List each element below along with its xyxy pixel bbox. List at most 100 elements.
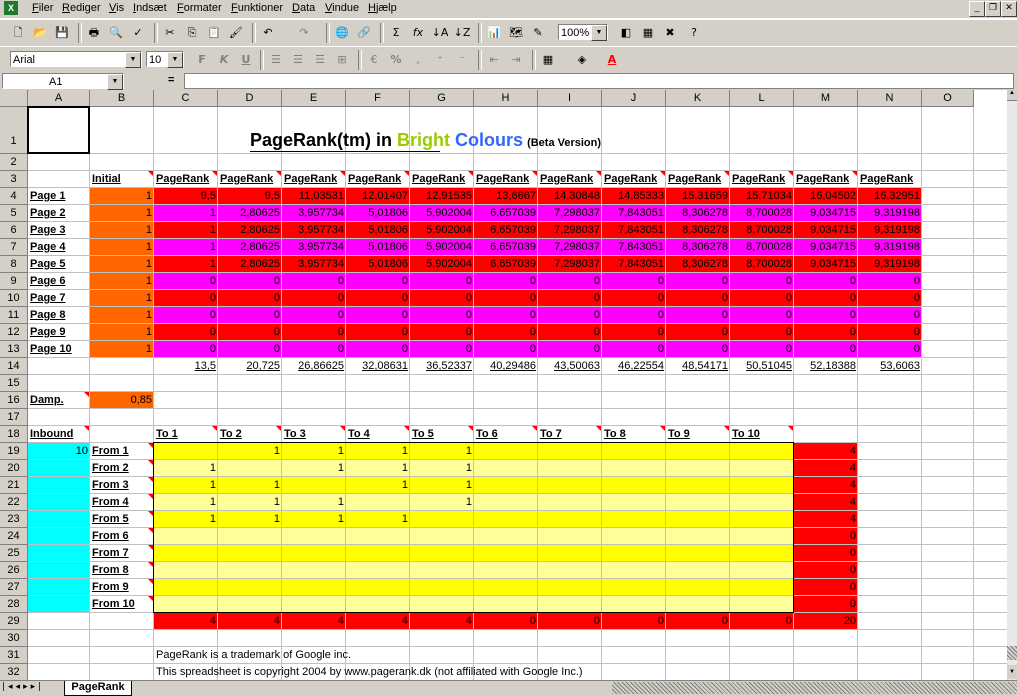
name-box[interactable]: A1 ▼ (2, 73, 124, 90)
split-handle-icon[interactable] (1007, 646, 1017, 660)
row-header-19[interactable]: 19 (0, 443, 28, 460)
pagerank-value[interactable]: 0 (858, 324, 922, 341)
link-total[interactable]: 0 (730, 613, 794, 630)
pagerank-value[interactable]: 9,034715 (794, 256, 858, 273)
page-label[interactable]: Page 3 (28, 222, 90, 239)
pagerank-value[interactable]: 0 (218, 341, 282, 358)
comment-indicator-icon[interactable] (276, 426, 281, 431)
link-value[interactable] (346, 579, 410, 596)
help-icon[interactable]: ? (684, 24, 704, 42)
pagerank-value[interactable]: 3,957734 (282, 256, 346, 273)
link-value[interactable] (474, 494, 538, 511)
comment-indicator-icon[interactable] (340, 426, 345, 431)
link-total[interactable]: 4 (410, 613, 474, 630)
initial-value[interactable]: 1 (90, 222, 154, 239)
formula-equals[interactable]: = (168, 74, 174, 86)
comment-indicator-icon[interactable] (532, 171, 537, 176)
pagerank-value[interactable]: 5,902004 (410, 256, 474, 273)
pagerank-header[interactable]: PageRank (218, 171, 282, 188)
link-value[interactable] (282, 579, 346, 596)
to-label[interactable]: To 2 (218, 426, 282, 443)
pagerank-header[interactable]: PageRank (538, 171, 602, 188)
row-header-23[interactable]: 23 (0, 511, 28, 528)
link-value[interactable] (538, 477, 602, 494)
row-header-7[interactable]: 7 (0, 239, 28, 256)
link-value[interactable]: 1 (154, 494, 218, 511)
out-count[interactable]: 4 (794, 443, 858, 460)
autosum-icon[interactable]: Σ (386, 24, 406, 42)
comment-indicator-icon[interactable] (468, 171, 473, 176)
link-value[interactable] (602, 562, 666, 579)
pagerank-header[interactable]: PageRank (346, 171, 410, 188)
pagerank-value[interactable]: 0 (474, 273, 538, 290)
pagerank-total[interactable]: 46,22554 (602, 358, 666, 375)
link-value[interactable] (154, 596, 218, 613)
to-label[interactable]: To 7 (538, 426, 602, 443)
pagerank-value[interactable]: 0 (474, 341, 538, 358)
out-count[interactable]: 4 (794, 494, 858, 511)
link-value[interactable] (282, 528, 346, 545)
increase-decimal-icon[interactable]: ⁺ (430, 51, 450, 69)
pagerank-value[interactable]: 13,6667 (474, 188, 538, 205)
pagerank-value[interactable]: 0 (538, 273, 602, 290)
initial-value[interactable]: 1 (90, 256, 154, 273)
row-header-29[interactable]: 29 (0, 613, 28, 630)
pagerank-value[interactable]: 7,298037 (538, 222, 602, 239)
pagerank-value[interactable]: 0 (538, 341, 602, 358)
pagerank-value[interactable]: 9,034715 (794, 205, 858, 222)
tool-2-icon[interactable]: ▦ (638, 24, 658, 42)
link-value[interactable]: 1 (282, 511, 346, 528)
pagerank-value[interactable]: 3,957734 (282, 222, 346, 239)
to-label[interactable]: To 6 (474, 426, 538, 443)
pagerank-value[interactable]: 0 (794, 307, 858, 324)
pagerank-value[interactable]: 0 (410, 273, 474, 290)
selected-cell-a1[interactable] (27, 106, 90, 154)
pagerank-value[interactable]: 14,30848 (538, 188, 602, 205)
comment-indicator-icon[interactable] (852, 171, 857, 176)
pagerank-value[interactable]: 0 (410, 341, 474, 358)
out-count[interactable]: 0 (794, 579, 858, 596)
align-center-icon[interactable]: ☰ (288, 51, 308, 69)
pagerank-value[interactable]: 0 (346, 273, 410, 290)
pagerank-value[interactable]: 0 (602, 273, 666, 290)
pagerank-value[interactable]: 0 (602, 307, 666, 324)
pagerank-value[interactable]: 9,319198 (858, 205, 922, 222)
row-header-14[interactable]: 14 (0, 358, 28, 375)
link-total[interactable]: 0 (474, 613, 538, 630)
from-label[interactable]: From 8 (90, 562, 154, 579)
comment-indicator-icon[interactable] (148, 579, 153, 584)
column-header-n[interactable]: N (858, 90, 922, 107)
pagerank-header[interactable]: PageRank (858, 171, 922, 188)
page-label[interactable]: Page 2 (28, 205, 90, 222)
pagerank-total[interactable]: 36,52337 (410, 358, 474, 375)
row-header-32[interactable]: 32 (0, 664, 28, 680)
link-value[interactable] (538, 528, 602, 545)
pagerank-header[interactable]: PageRank (282, 171, 346, 188)
link-value[interactable]: 1 (346, 460, 410, 477)
comment-indicator-icon[interactable] (724, 426, 729, 431)
row-header-26[interactable]: 26 (0, 562, 28, 579)
from-label[interactable]: From 5 (90, 511, 154, 528)
pagerank-value[interactable]: 9,319198 (858, 256, 922, 273)
pagerank-value[interactable]: 15,71034 (730, 188, 794, 205)
pagerank-value[interactable]: 8,306278 (666, 239, 730, 256)
pagerank-value[interactable]: 0 (858, 290, 922, 307)
link-value[interactable]: 1 (346, 443, 410, 460)
pagerank-total[interactable]: 52,18388 (794, 358, 858, 375)
to-label[interactable]: To 10 (730, 426, 794, 443)
sort-descending-icon[interactable]: ↓Z (452, 24, 472, 42)
pagerank-header[interactable]: PageRank (730, 171, 794, 188)
pagerank-value[interactable]: 12,91535 (410, 188, 474, 205)
link-value[interactable] (602, 494, 666, 511)
link-value[interactable] (602, 460, 666, 477)
comment-indicator-icon[interactable] (404, 426, 409, 431)
spreadsheet-grid[interactable]: A B C D E F G H I J K L M N O 1 2 3 4 5 6 7 8 9 10 11 12 13 14 15 16 17… (0, 90, 1007, 680)
column-header-d[interactable]: D (218, 90, 282, 107)
chevron-down-icon[interactable]: ▼ (167, 52, 183, 68)
pagerank-value[interactable]: 6,657039 (474, 205, 538, 222)
link-value[interactable] (602, 545, 666, 562)
pagerank-value[interactable]: 5,01806 (346, 239, 410, 256)
chevron-down-icon[interactable]: ▼ (125, 52, 141, 68)
comment-indicator-icon[interactable] (148, 562, 153, 567)
out-count[interactable]: 0 (794, 528, 858, 545)
